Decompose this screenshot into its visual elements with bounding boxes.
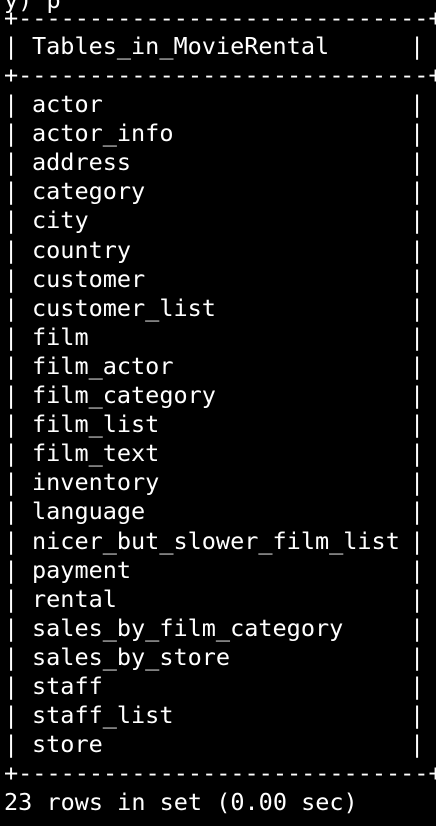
header-separator-border: +-----------------------------+	[4, 61, 436, 89]
row-left-border: |	[4, 556, 19, 584]
row-right-border: |	[410, 381, 425, 409]
table-name-cell: film_list	[32, 410, 160, 438]
row-right-border: |	[410, 556, 425, 584]
row-left-border: |	[4, 585, 19, 613]
header-right-border: |	[410, 32, 425, 60]
row-right-border: |	[410, 352, 425, 380]
row-right-border: |	[410, 236, 425, 264]
table-name-cell: film_text	[32, 439, 160, 467]
row-right-border: |	[410, 148, 425, 176]
row-left-border: |	[4, 468, 19, 496]
row-left-border: |	[4, 236, 19, 264]
table-name-cell: inventory	[32, 468, 160, 496]
table-name-cell: rental	[32, 585, 117, 613]
row-right-border: |	[410, 585, 425, 613]
row-right-border: |	[410, 410, 425, 438]
row-right-border: |	[410, 527, 425, 555]
row-right-border: |	[410, 672, 425, 700]
table-top-border: +-----------------------------+	[4, 4, 436, 32]
row-left-border: |	[4, 497, 19, 525]
row-left-border: |	[4, 352, 19, 380]
row-right-border: |	[410, 730, 425, 758]
row-left-border: |	[4, 439, 19, 467]
table-name-cell: film_actor	[32, 352, 174, 380]
row-right-border: |	[410, 323, 425, 351]
table-name-cell: country	[32, 236, 132, 264]
query-result-summary: 23 rows in set (0.00 sec)	[4, 788, 358, 816]
table-name-cell: nicer_but_slower_film_list	[32, 527, 400, 555]
table-name-cell: customer_list	[32, 294, 216, 322]
row-right-border: |	[410, 206, 425, 234]
table-name-cell: customer	[32, 265, 146, 293]
table-name-cell: language	[32, 497, 146, 525]
row-left-border: |	[4, 643, 19, 671]
row-left-border: |	[4, 381, 19, 409]
table-name-cell: payment	[32, 556, 132, 584]
row-right-border: |	[410, 119, 425, 147]
row-right-border: |	[410, 701, 425, 729]
row-right-border: |	[410, 468, 425, 496]
row-left-border: |	[4, 177, 19, 205]
row-right-border: |	[410, 497, 425, 525]
table-name-cell: address	[32, 148, 132, 176]
row-left-border: |	[4, 323, 19, 351]
row-left-border: |	[4, 148, 19, 176]
table-name-cell: actor_info	[32, 119, 174, 147]
row-left-border: |	[4, 90, 19, 118]
table-name-cell: sales_by_film_category	[32, 614, 344, 642]
row-left-border: |	[4, 294, 19, 322]
terminal-window[interactable]: y) p +-----------------------------+ | T…	[0, 0, 436, 826]
row-left-border: |	[4, 614, 19, 642]
row-left-border: |	[4, 206, 19, 234]
row-left-border: |	[4, 410, 19, 438]
row-left-border: |	[4, 701, 19, 729]
table-name-cell: film_category	[32, 381, 216, 409]
row-right-border: |	[410, 294, 425, 322]
table-name-cell: category	[32, 177, 146, 205]
row-right-border: |	[410, 614, 425, 642]
row-left-border: |	[4, 730, 19, 758]
table-name-cell: film	[32, 323, 89, 351]
table-name-cell: city	[32, 206, 89, 234]
table-bottom-border: +-----------------------------+	[4, 759, 436, 787]
row-left-border: |	[4, 672, 19, 700]
table-name-cell: sales_by_store	[32, 643, 231, 671]
row-right-border: |	[410, 265, 425, 293]
row-left-border: |	[4, 119, 19, 147]
table-name-cell: staff_list	[32, 701, 174, 729]
row-right-border: |	[410, 439, 425, 467]
table-name-cell: actor	[32, 90, 103, 118]
table-name-cell: staff	[32, 672, 103, 700]
row-right-border: |	[410, 90, 425, 118]
header-left-border: |	[4, 32, 19, 60]
row-left-border: |	[4, 265, 19, 293]
row-right-border: |	[410, 643, 425, 671]
row-left-border: |	[4, 527, 19, 555]
table-name-cell: store	[32, 730, 103, 758]
column-header: Tables_in_MovieRental	[32, 32, 330, 60]
row-right-border: |	[410, 177, 425, 205]
